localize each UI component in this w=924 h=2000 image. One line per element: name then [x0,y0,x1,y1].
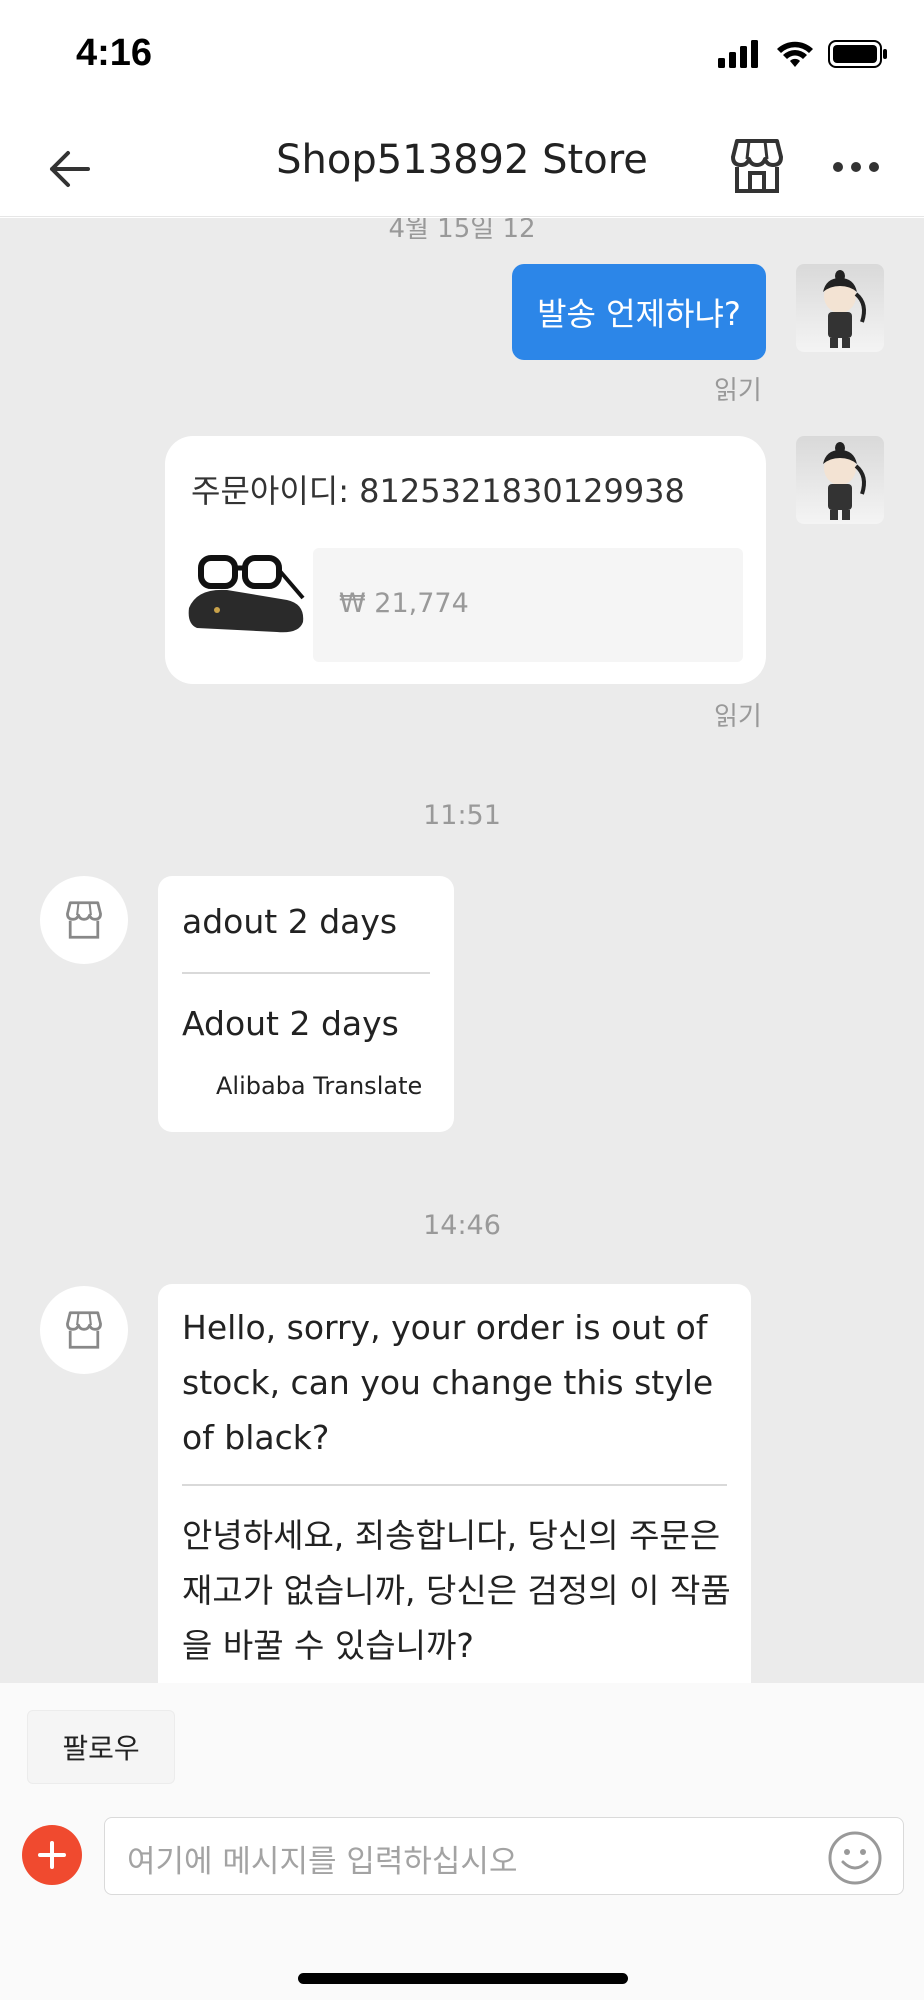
divider [182,972,430,974]
shop-message-bubble[interactable]: Hello, sorry, your order is out of stock… [158,1284,751,1683]
status-time: 4:16 [76,32,153,74]
emoji-icon [828,1831,882,1885]
store-icon [66,1311,102,1349]
product-image[interactable] [187,548,307,640]
wifi-icon [777,41,813,67]
store-icon [66,901,102,939]
avatar-figure-icon [823,442,866,520]
shop-message-bubble[interactable]: adout 2 days Adout 2 days Alibaba Transl… [158,876,454,1132]
nav-bar: Shop513892 Store [0,115,924,217]
time-label: 14:46 [423,1210,501,1241]
follow-button[interactable]: 팔로우 [27,1710,175,1784]
plus-icon [38,1841,66,1869]
emoji-button[interactable] [827,1830,883,1886]
avatar-figure-icon [823,270,866,348]
translate-credit: Alibaba Translate [216,1072,423,1100]
message-original: adout 2 days [182,902,398,941]
glasses-product-image [188,555,305,633]
order-card[interactable]: 주문아이디: 8125321830129938 ₩ 21,774 [165,436,766,684]
order-price-box: ₩ 21,774 [313,548,743,662]
user-avatar[interactable] [796,436,884,524]
user-message-bubble[interactable]: 발송 언제하냐? [512,264,766,360]
order-price: ₩ 21,774 [339,588,469,619]
message-original: Hello, sorry, your order is out of stock… [182,1308,714,1457]
message-input[interactable]: 여기에 메시지를 입력하십시오 [104,1817,904,1895]
shop-avatar[interactable] [40,876,128,964]
status-bar: 4:16 [0,0,924,115]
user-avatar[interactable] [796,264,884,352]
input-placeholder: 여기에 메시지를 입력하십시오 [127,1844,518,1880]
divider [182,1484,727,1486]
message-translated: 안녕하세요, 죄송합니다, 당신의 주문은 재고가 없습니까, 당신은 검정의 … [182,1516,731,1665]
time-label: 11:51 [423,800,501,831]
status-icons [718,40,888,68]
store-button[interactable] [724,133,790,199]
signal-icon [718,40,758,68]
more-options-button[interactable] [826,139,886,195]
date-separator: 4월 15일 12 [388,218,536,244]
chat-area[interactable]: 4월 15일 12 발송 언제하냐? 읽기 주문아이디: 81253218301… [0,218,924,1683]
add-attachment-button[interactable] [22,1825,82,1885]
message-translated: Adout 2 days [182,1004,399,1043]
order-id: 주문아이디: 8125321830129938 [191,472,685,510]
more-icon [833,162,879,172]
shop-avatar[interactable] [40,1286,128,1374]
read-status: 읽기 [714,376,762,406]
store-icon [731,139,783,193]
home-indicator[interactable] [298,1973,628,1984]
read-status: 읽기 [714,702,762,732]
battery-icon [828,40,887,68]
bottom-input-area: 팔로우 여기에 메시지를 입력하십시오 [0,1683,924,2000]
